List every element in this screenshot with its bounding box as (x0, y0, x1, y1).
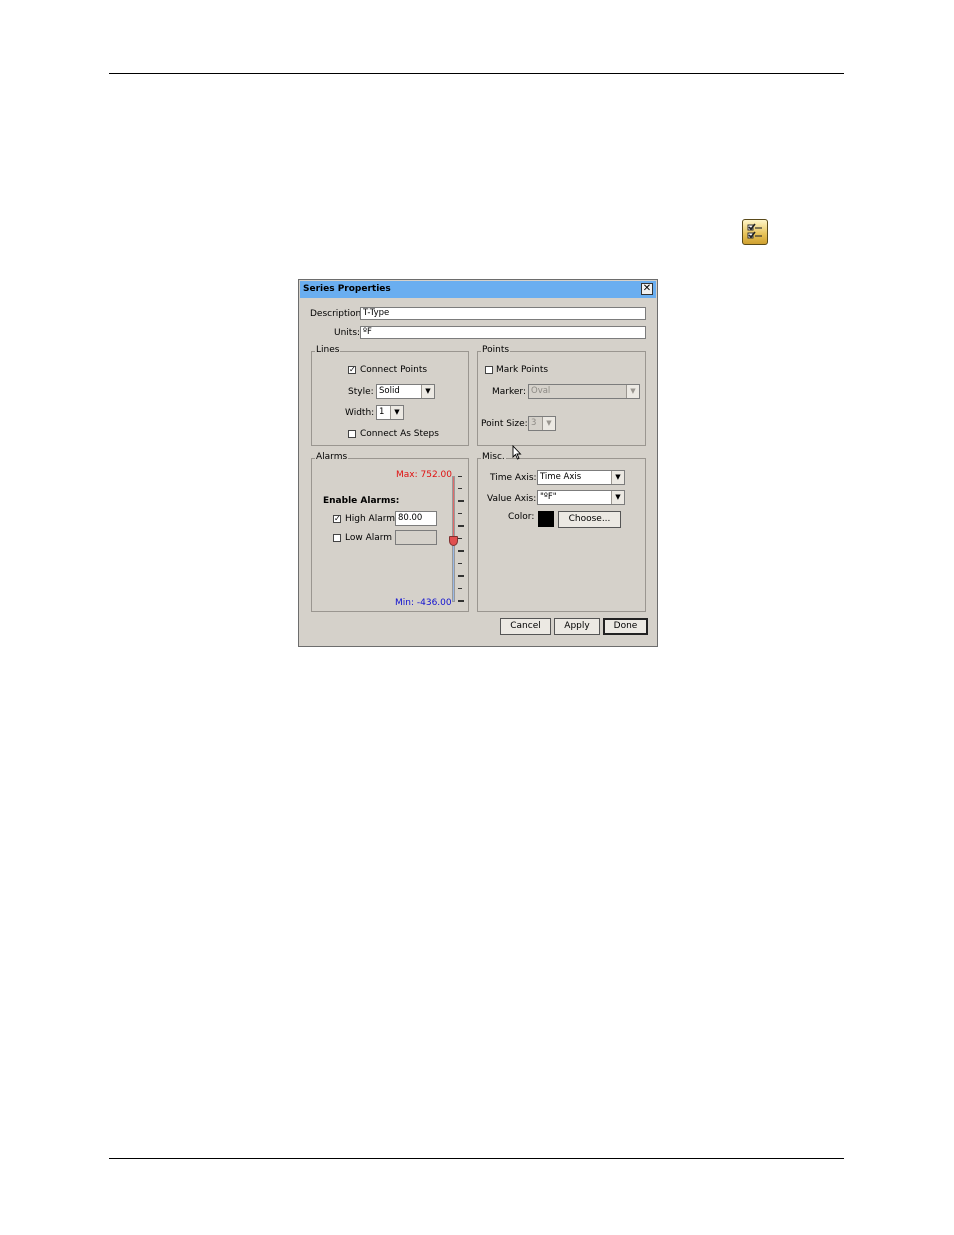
points-legend: Points (481, 345, 511, 355)
properties-checklist-icon[interactable] (742, 219, 768, 245)
apply-button[interactable]: Apply (554, 618, 600, 635)
done-button[interactable]: Done (603, 618, 648, 635)
dialog-titlebar[interactable]: Series Properties ✕ (300, 281, 656, 298)
chevron-down-icon: ▼ (421, 385, 434, 398)
slider-tick (458, 588, 462, 589)
slider-tick (458, 488, 462, 489)
connect-points-label: Connect Points (360, 365, 428, 375)
slider-tick (458, 575, 464, 577)
mouse-pointer-icon (512, 445, 522, 460)
slider-tick (458, 563, 462, 564)
dialog-title: Series Properties (303, 284, 391, 294)
style-value: Solid (379, 386, 400, 396)
value-axis-select[interactable]: "ºF" ▼ (537, 490, 625, 505)
high-alarm-field[interactable]: 80.00 (395, 511, 437, 526)
misc-legend: Misc. (481, 452, 506, 462)
footer-rule (109, 1158, 844, 1159)
style-label: Style: (348, 387, 374, 397)
slider-tick (458, 525, 464, 527)
cancel-button[interactable]: Cancel (500, 618, 551, 635)
low-alarm-field[interactable] (395, 530, 437, 545)
style-select[interactable]: Solid ▼ (376, 384, 435, 399)
chevron-down-icon: ▼ (611, 491, 624, 504)
point-size-select[interactable]: 3 ▼ (528, 416, 556, 431)
units-field[interactable]: ºF (360, 326, 646, 339)
width-value: 1 (379, 407, 385, 417)
time-axis-value: Time Axis (540, 472, 582, 482)
slider-tick (458, 513, 462, 514)
connect-points-checkbox[interactable]: ✓ (348, 366, 356, 374)
alarm-min-label: Min: -436.00 (395, 598, 452, 608)
slider-tick (458, 550, 464, 552)
color-label: Color: (508, 512, 535, 522)
point-size-label: Point Size: (481, 419, 528, 429)
time-axis-select[interactable]: Time Axis ▼ (537, 470, 625, 485)
units-label: Units: (334, 328, 361, 338)
connect-steps-label: Connect As Steps (360, 429, 439, 439)
alarms-legend: Alarms (315, 452, 349, 462)
chevron-down-icon: ▼ (611, 471, 624, 484)
chevron-down-icon: ▼ (390, 406, 403, 419)
mark-points-label: Mark Points (496, 365, 549, 375)
low-alarm-label: Low Alarm (345, 533, 393, 543)
description-label: Description: (310, 309, 365, 319)
alarm-slider-thumb[interactable] (449, 536, 458, 546)
chevron-down-icon: ▼ (542, 417, 555, 430)
marker-value: Oval (531, 386, 551, 396)
high-alarm-label: High Alarm (345, 514, 396, 524)
slider-tick (458, 538, 462, 539)
alarm-max-label: Max: 752.00 (396, 470, 452, 480)
header-rule (109, 73, 844, 74)
connect-steps-checkbox[interactable] (348, 430, 356, 438)
marker-select[interactable]: Oval ▼ (528, 384, 640, 399)
enable-alarms-label: Enable Alarms: (323, 496, 400, 506)
value-axis-value: "ºF" (540, 492, 557, 502)
low-alarm-checkbox[interactable] (333, 534, 341, 542)
lines-legend: Lines (315, 345, 341, 355)
width-select[interactable]: 1 ▼ (376, 405, 404, 420)
close-button[interactable]: ✕ (641, 283, 653, 295)
time-axis-label: Time Axis: (490, 473, 537, 483)
width-label: Width: (345, 408, 375, 418)
color-swatch[interactable] (538, 511, 554, 527)
marker-label: Marker: (492, 387, 526, 397)
slider-tick (458, 476, 462, 477)
mark-points-checkbox[interactable] (485, 366, 493, 374)
slider-tick (458, 500, 464, 502)
choose-color-button[interactable]: Choose... (558, 511, 621, 528)
high-alarm-checkbox[interactable]: ✓ (333, 515, 341, 523)
description-field[interactable]: T-Type (360, 307, 646, 320)
point-size-value: 3 (531, 418, 537, 428)
chevron-down-icon: ▼ (626, 385, 639, 398)
value-axis-label: Value Axis: (487, 494, 537, 504)
slider-tick (458, 600, 464, 602)
